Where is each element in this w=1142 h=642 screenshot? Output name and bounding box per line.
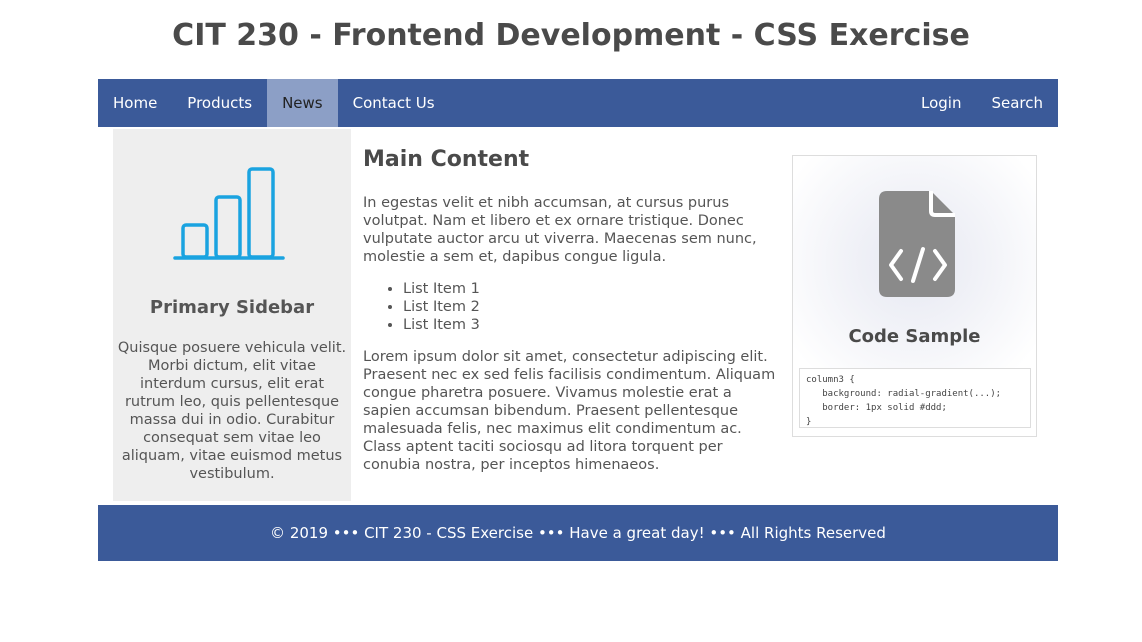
list-item: List Item 2	[403, 298, 781, 316]
nav-item-contact-us[interactable]: Contact Us	[338, 79, 450, 127]
code-sample-panel: Code Sample column3 { background: radial…	[792, 155, 1037, 437]
code-block: column3 { background: radial-gradient(..…	[799, 368, 1031, 428]
main-content: Main Content In egestas velit et nibh ac…	[363, 147, 781, 474]
code-sample-title: Code Sample	[848, 326, 981, 347]
main-heading: Main Content	[363, 147, 530, 172]
main-list: List Item 1 List Item 2 List Item 3	[363, 280, 781, 334]
bar-chart-icon	[173, 167, 285, 260]
nav-item-login[interactable]: Login	[906, 79, 976, 127]
footer-text: © 2019 ••• CIT 230 - CSS Exercise ••• Ha…	[270, 524, 886, 542]
nav-item-home[interactable]: Home	[98, 79, 172, 127]
nav-right-group: Login Search	[906, 79, 1058, 127]
footer: © 2019 ••• CIT 230 - CSS Exercise ••• Ha…	[98, 505, 1058, 561]
nav-left-group: Home Products News Contact Us	[98, 79, 450, 127]
main-nav: Home Products News Contact Us Login Sear…	[98, 79, 1058, 127]
primary-sidebar: Primary Sidebar Quisque posuere vehicula…	[113, 129, 351, 501]
nav-item-news[interactable]: News	[267, 79, 338, 127]
page-title: CIT 230 - Frontend Development - CSS Exe…	[172, 18, 970, 53]
nav-item-search[interactable]: Search	[976, 79, 1058, 127]
list-item: List Item 3	[403, 316, 781, 334]
main-paragraph-1: In egestas velit et nibh accumsan, at cu…	[363, 195, 757, 265]
sidebar-title: Primary Sidebar	[149, 297, 315, 318]
sidebar-text: Quisque posuere vehicula velit. Morbi di…	[117, 340, 347, 482]
nav-item-products[interactable]: Products	[172, 79, 267, 127]
main-paragraph-2: Lorem ipsum dolor sit amet, consectetur …	[363, 349, 776, 473]
list-item: List Item 1	[403, 280, 781, 298]
code-file-icon	[879, 191, 955, 297]
